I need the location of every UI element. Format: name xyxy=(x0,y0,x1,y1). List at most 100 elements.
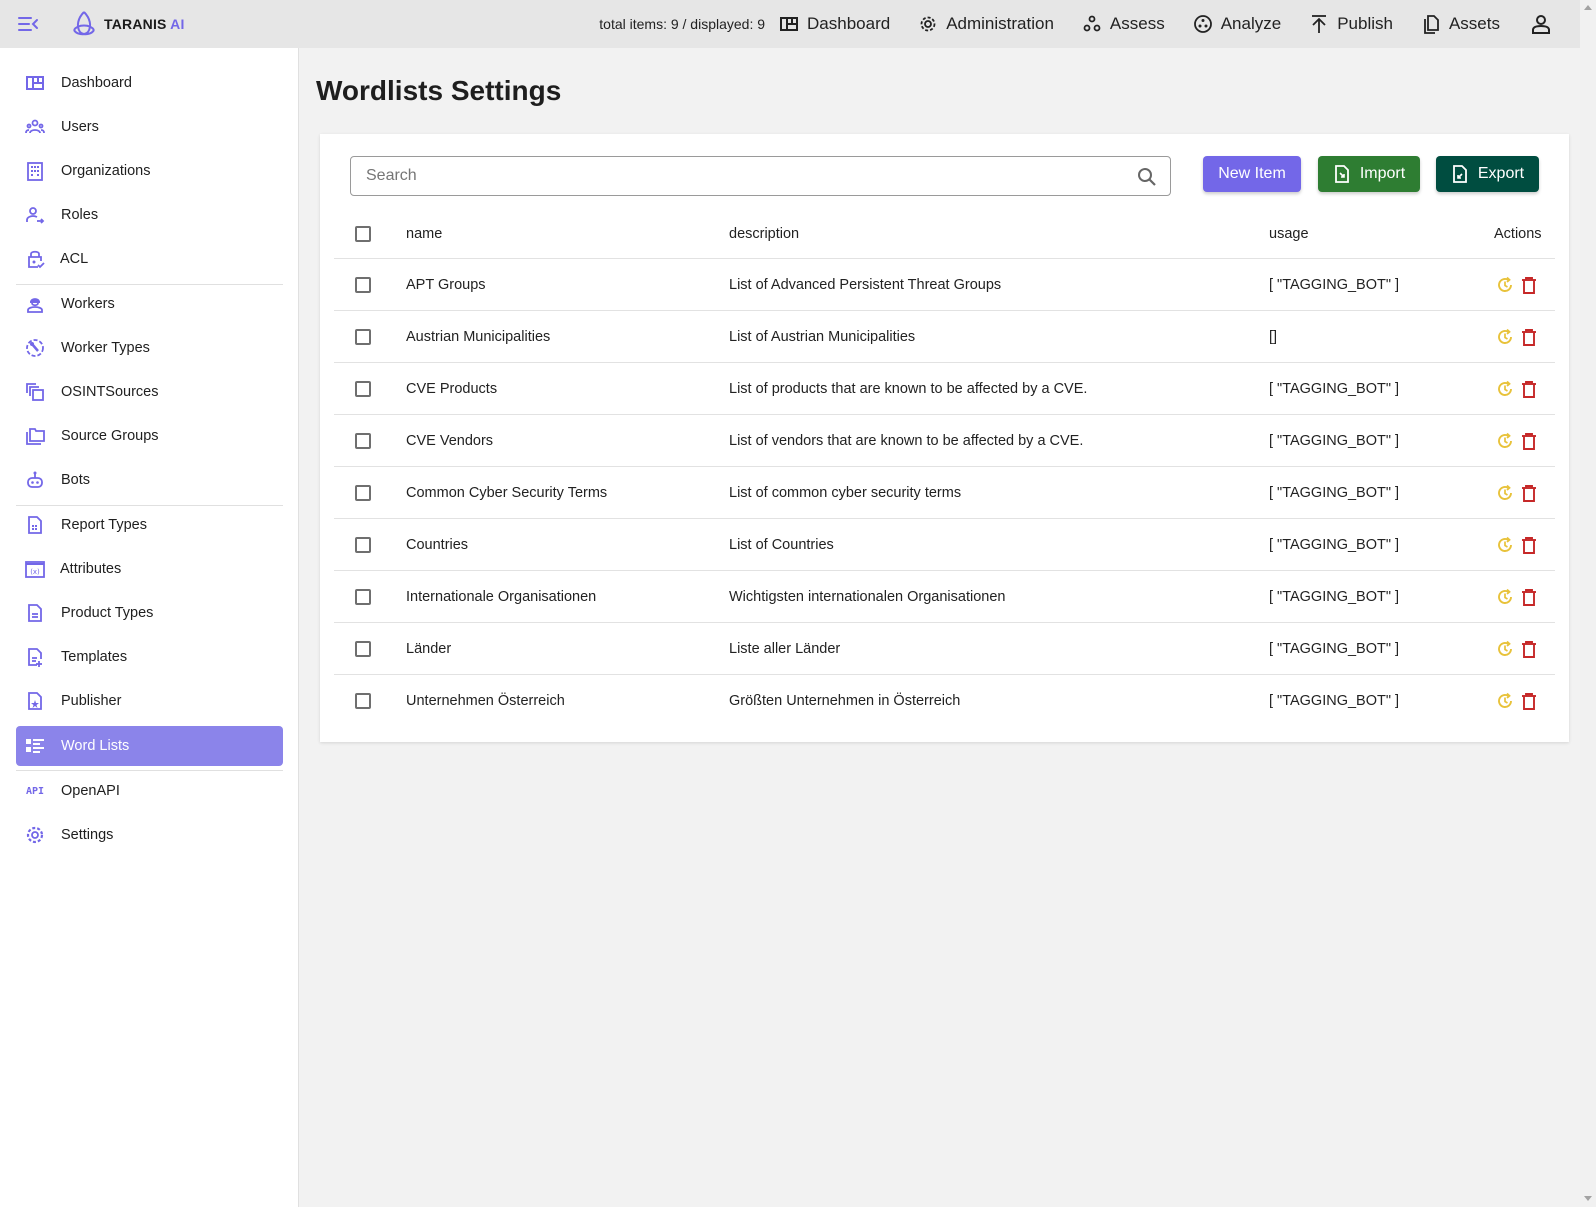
row-actions xyxy=(1496,692,1538,710)
brand-logo[interactable]: TARANIS AI xyxy=(70,10,185,38)
row-actions xyxy=(1496,484,1538,502)
row-checkbox[interactable] xyxy=(355,276,371,293)
search-input[interactable] xyxy=(366,157,1126,195)
row-usage: [ "TAGGING_BOT" ] xyxy=(1269,432,1400,449)
table-row[interactable]: Länder Liste aller Länder [ "TAGGING_BOT… xyxy=(334,623,1555,675)
new-item-button[interactable]: New Item xyxy=(1203,156,1301,192)
sidebar-item-label: Roles xyxy=(61,207,99,223)
row-checkbox[interactable] xyxy=(355,693,371,709)
update-icon[interactable] xyxy=(1496,588,1514,606)
update-icon[interactable] xyxy=(1496,536,1514,554)
delete-icon[interactable] xyxy=(1520,484,1538,502)
import-button[interactable]: Import xyxy=(1318,156,1420,192)
sidebar-item-publisher[interactable]: Publisher xyxy=(16,681,283,721)
assets-icon xyxy=(1424,15,1439,34)
table-row[interactable]: APT Groups List of Advanced Persistent T… xyxy=(334,259,1555,311)
item-counter: total items: 9 / displayed: 9 xyxy=(599,16,766,32)
delete-icon[interactable] xyxy=(1520,536,1538,554)
sidebar-item-templates[interactable]: Templates xyxy=(16,637,283,677)
row-description: List of common cyber security terms xyxy=(729,484,962,501)
export-label: Export xyxy=(1477,165,1525,182)
row-description: Wichtigsten internationalen Organisation… xyxy=(729,588,1006,605)
user-icon[interactable] xyxy=(1530,13,1552,35)
row-description: Größten Unternehmen in Österreich xyxy=(729,693,961,709)
sidebar-item-acl[interactable]: ACL xyxy=(16,239,283,279)
update-icon[interactable] xyxy=(1496,276,1514,294)
delete-icon[interactable] xyxy=(1520,328,1538,346)
table-row[interactable]: Unternehmen Österreich Größten Unternehm… xyxy=(334,675,1555,727)
sidebar-item-label: Dashboard xyxy=(61,75,132,91)
column-header-usage[interactable]: usage xyxy=(1269,226,1309,242)
row-actions xyxy=(1496,380,1538,398)
column-header-description[interactable]: description xyxy=(729,226,799,242)
update-icon[interactable] xyxy=(1496,640,1514,658)
sidebar-item-bots[interactable]: Bots xyxy=(16,460,283,500)
delete-icon[interactable] xyxy=(1520,640,1538,658)
nav-publish[interactable]: Publish xyxy=(1309,14,1393,34)
sidebar-item-worker-types[interactable]: Worker Types xyxy=(16,328,283,368)
nav-dashboard[interactable]: Dashboard xyxy=(779,14,890,34)
sidebar-item-organizations[interactable]: Organizations xyxy=(16,151,283,191)
sidebar-item-workers[interactable]: Workers xyxy=(16,284,283,324)
row-checkbox[interactable] xyxy=(355,484,371,501)
update-icon[interactable] xyxy=(1496,432,1514,450)
update-icon[interactable] xyxy=(1496,380,1514,398)
top-app-bar: TARANIS AI total items: 9 / displayed: 9… xyxy=(0,0,1580,48)
search-icon[interactable] xyxy=(1136,166,1158,188)
table-row[interactable]: Internationale Organisationen Wichtigste… xyxy=(334,571,1555,623)
row-usage: [ "TAGGING_BOT" ] xyxy=(1269,380,1400,397)
table-row[interactable]: Austrian Municipalities List of Austrian… xyxy=(334,311,1555,363)
nav-assets[interactable]: Assets xyxy=(1421,14,1500,34)
top-navigation: total items: 9 / displayed: 9 Dashboard … xyxy=(599,0,1552,48)
variable-icon: (x) xyxy=(25,559,45,579)
worker-icon xyxy=(25,294,45,314)
sidebar-item-osintsources[interactable]: OSINTSources xyxy=(16,372,283,412)
sidebar-item-openapi[interactable]: API OpenAPI xyxy=(16,771,283,811)
nav-analyze[interactable]: Analyze xyxy=(1193,14,1281,34)
sidebar-item-product-types[interactable]: Product Types xyxy=(16,593,283,633)
sidebar-item-users[interactable]: Users xyxy=(16,107,283,147)
row-actions xyxy=(1496,432,1538,450)
sidebar-item-word-lists[interactable]: Word Lists xyxy=(16,726,283,766)
row-checkbox[interactable] xyxy=(355,640,371,657)
document-star-icon xyxy=(25,691,45,711)
table-row[interactable]: Countries List of Countries [ "TAGGING_B… xyxy=(334,519,1555,571)
row-checkbox[interactable] xyxy=(355,536,371,553)
nav-administration[interactable]: Administration xyxy=(918,14,1054,34)
menu-collapse-icon[interactable] xyxy=(17,14,39,34)
nav-assess[interactable]: Assess xyxy=(1082,14,1165,34)
brand-name: TARANIS AI xyxy=(104,16,185,32)
delete-icon[interactable] xyxy=(1520,276,1538,294)
table-row[interactable]: CVE Vendors List of vendors that are kno… xyxy=(334,415,1555,467)
scroll-up-arrow-icon[interactable] xyxy=(1584,5,1592,10)
sidebar-item-dashboard[interactable]: Dashboard xyxy=(16,63,283,103)
delete-icon[interactable] xyxy=(1520,692,1538,710)
row-usage: [ "TAGGING_BOT" ] xyxy=(1269,276,1400,293)
update-icon[interactable] xyxy=(1496,328,1514,346)
scroll-down-arrow-icon[interactable] xyxy=(1584,1196,1592,1201)
delete-icon[interactable] xyxy=(1520,588,1538,606)
delete-icon[interactable] xyxy=(1520,380,1538,398)
sidebar-item-label: OSINTSources xyxy=(61,384,159,400)
search-field[interactable] xyxy=(350,156,1171,196)
row-checkbox[interactable] xyxy=(355,328,371,345)
sidebar-item-report-types[interactable]: Report Types xyxy=(16,505,283,545)
page-scrollbar[interactable] xyxy=(1580,0,1596,1207)
sidebar-item-roles[interactable]: Roles xyxy=(16,195,283,235)
new-item-label: New Item xyxy=(1218,165,1286,182)
row-checkbox[interactable] xyxy=(355,432,371,449)
sidebar-item-source-groups[interactable]: Source Groups xyxy=(16,416,283,456)
table-row[interactable]: CVE Products List of products that are k… xyxy=(334,363,1555,415)
row-checkbox[interactable] xyxy=(355,380,371,397)
row-name: Unternehmen Österreich xyxy=(406,693,565,709)
select-all-checkbox[interactable] xyxy=(355,226,371,242)
sidebar-item-attributes[interactable]: (x) Attributes xyxy=(16,549,283,589)
update-icon[interactable] xyxy=(1496,484,1514,502)
update-icon[interactable] xyxy=(1496,692,1514,710)
column-header-name[interactable]: name xyxy=(406,226,442,242)
row-checkbox[interactable] xyxy=(355,588,371,605)
table-row[interactable]: Common Cyber Security Terms List of comm… xyxy=(334,467,1555,519)
sidebar-item-settings[interactable]: Settings xyxy=(16,815,283,855)
export-button[interactable]: Export xyxy=(1436,156,1539,192)
delete-icon[interactable] xyxy=(1520,432,1538,450)
